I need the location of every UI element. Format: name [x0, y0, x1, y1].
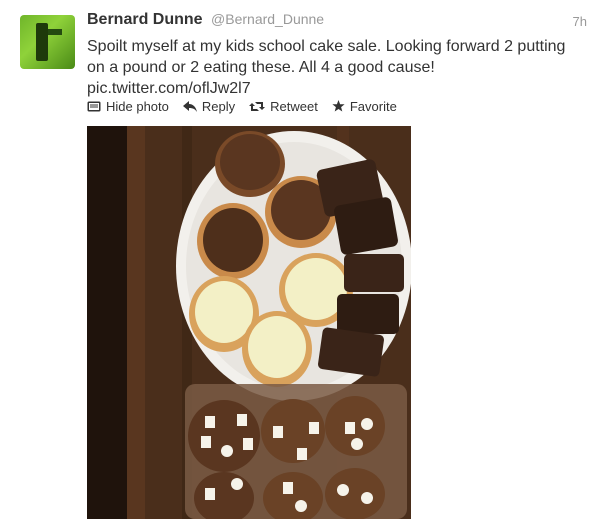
favorite-button[interactable]: Favorite	[332, 99, 397, 114]
tweet-time[interactable]: 7h	[573, 14, 587, 29]
user-name[interactable]: Bernard Dunne	[87, 11, 203, 28]
tweet-photo[interactable]	[87, 126, 411, 519]
photo-link[interactable]: pic.twitter.com/oflJw2l7	[87, 78, 587, 99]
favorite-label: Favorite	[349, 98, 397, 114]
hide-photo-button[interactable]: Hide photo	[87, 99, 169, 114]
retweet-button[interactable]: Retweet	[249, 99, 318, 114]
tweet-text: Spoilt myself at my kids school cake sal…	[87, 36, 587, 99]
retweet-label: Retweet	[270, 98, 318, 114]
user-handle[interactable]: @Bernard_Dunne	[211, 11, 324, 27]
tweet-header: Bernard Dunne @Bernard_Dunne 7h	[87, 11, 597, 33]
avatar[interactable]	[20, 15, 75, 69]
tweet-text-line: Spoilt myself at my kids school cake sal…	[87, 38, 566, 55]
reply-arrow-icon	[182, 100, 197, 112]
tweet: Bernard Dunne @Bernard_Dunne 7h Spoilt m…	[0, 0, 605, 519]
reply-label: Reply	[201, 98, 236, 114]
avatar-figure-arm	[48, 29, 62, 35]
cakes-photo	[87, 126, 411, 519]
tweet-actions: Hide photo Reply Retweet Favorite	[87, 97, 397, 115]
photo-icon	[87, 101, 101, 111]
reply-button[interactable]: Reply	[182, 98, 236, 114]
retweet-icon	[249, 101, 266, 111]
tweet-text-line: on a pound or 2 eating these. All 4 a go…	[87, 59, 435, 76]
hide-photo-label: Hide photo	[106, 98, 169, 114]
star-icon	[332, 100, 345, 112]
avatar-figure	[36, 23, 48, 61]
